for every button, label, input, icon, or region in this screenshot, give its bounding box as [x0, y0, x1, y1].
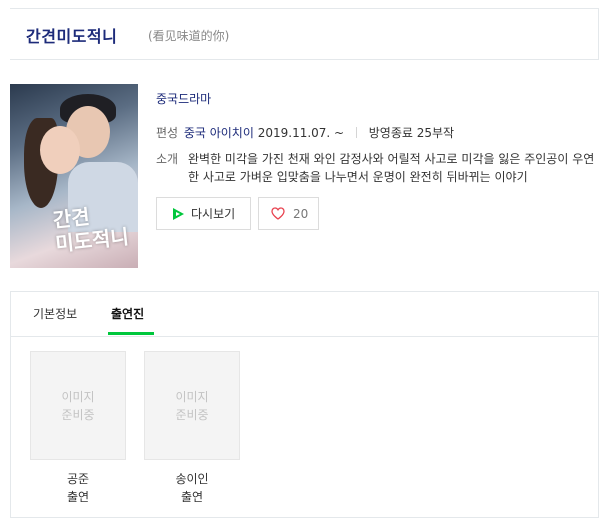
cast-role: 출연	[66, 490, 90, 504]
air-date: 2019.11.07. ~	[257, 126, 345, 140]
broadcast-info: 편성 중국 아이치이 2019.11.07. ~ 방영종료 25부작	[156, 124, 454, 141]
broadcast-label: 편성	[156, 126, 179, 140]
poster-image[interactable]: 간견 미도적니	[10, 84, 138, 268]
cast-name[interactable]: 공준	[30, 470, 126, 488]
active-tab-indicator	[108, 332, 154, 335]
cast-photo-placeholder: 이미지 준비중	[144, 351, 240, 460]
cast-photo-placeholder: 이미지 준비중	[30, 351, 126, 460]
synopsis-label: 소개	[156, 152, 179, 166]
tab-basic-info[interactable]: 기본정보	[33, 305, 77, 322]
tab-cast[interactable]: 출연진	[111, 305, 144, 322]
cast-card[interactable]: 이미지 준비중 송이인 출연	[144, 351, 240, 506]
broadcaster-link[interactable]: 중국 아이치이	[184, 126, 254, 140]
synopsis-label-row: 소개	[156, 150, 180, 167]
page-title[interactable]: 간견미도적니	[26, 23, 117, 47]
synopsis-text: 완벽한 미각을 가진 천재 와인 감정사와 어릴적 사고로 미각을 잃은 주인공…	[188, 152, 595, 184]
play-icon	[171, 206, 185, 221]
tab-bar: 기본정보 출연진	[11, 292, 598, 337]
genre-link[interactable]: 중국드라마	[156, 90, 211, 107]
rewatch-button[interactable]: 다시보기	[156, 197, 251, 230]
original-title: (看见味道的你)	[148, 29, 230, 43]
cast-name[interactable]: 송이인	[144, 470, 240, 488]
divider	[355, 127, 357, 138]
like-count: 20	[293, 206, 309, 221]
poster-title: 간견 미도적니	[51, 204, 130, 257]
heart-icon	[271, 207, 285, 220]
rewatch-label: 다시보기	[191, 207, 236, 221]
broadcast-status: 방영종료 25부작	[368, 126, 455, 140]
like-button[interactable]: 20	[258, 197, 319, 230]
cast-card[interactable]: 이미지 준비중 공준 출연	[30, 351, 126, 506]
info-panel: 기본정보 출연진 이미지 준비중 공준 출연 이미지 준비중 송이인 출연	[10, 291, 599, 518]
cast-role: 출연	[180, 490, 204, 504]
